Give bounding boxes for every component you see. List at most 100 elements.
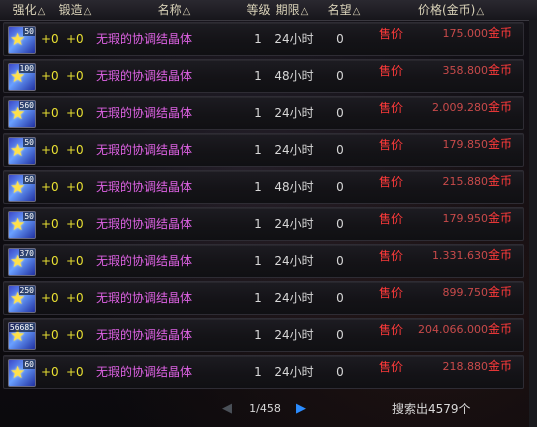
period-value: 24小时: [274, 254, 314, 268]
period-value: 24小时: [274, 328, 314, 342]
prev-arrow-icon[interactable]: ◀: [220, 400, 234, 418]
fame-value: 0: [336, 143, 344, 157]
forge-value: +0: [66, 365, 84, 379]
item-name: 无瑕的协调结晶体: [96, 217, 193, 231]
price-unit: 金币: [487, 322, 512, 336]
level-value: 1: [254, 254, 262, 268]
header-label: 锻造: [58, 3, 83, 17]
period-value: 24小时: [274, 365, 314, 379]
item-quantity: 370: [18, 249, 35, 258]
fame-value: 0: [336, 254, 344, 268]
price-unit: 金币: [487, 285, 512, 299]
enhance-value: +0: [41, 180, 59, 194]
fame-value: 0: [336, 328, 344, 342]
forge-value: +0: [66, 143, 84, 157]
enhance-value: +0: [41, 217, 59, 231]
listing-row[interactable]: ★ 560 +0 +0 无瑕的协调结晶体 1 24小时 0 售价 2.009.28…: [3, 96, 524, 130]
price-value: 179.850金币: [416, 134, 512, 154]
price-number: 2.009.280: [432, 101, 488, 114]
coordination-crystal-icon: ★ 56685: [8, 322, 36, 350]
listing-row[interactable]: ★ 60 +0 +0 无瑕的协调结晶体 1 48小时 0 售价 215.880金币: [3, 170, 524, 204]
price-number: 179.950: [442, 212, 488, 225]
item-name: 无瑕的协调结晶体: [96, 291, 193, 305]
period-value: 48小时: [274, 180, 314, 194]
item-name: 无瑕的协调结晶体: [96, 32, 193, 46]
item-name: 无瑕的协调结晶体: [96, 143, 193, 157]
listing-row[interactable]: ★ 50 +0 +0 无瑕的协调结晶体 1 24小时 0 售价 179.850金币: [3, 133, 524, 167]
level-value: 1: [254, 69, 262, 83]
next-arrow-icon[interactable]: ▶: [294, 400, 308, 418]
price-unit: 金币: [487, 211, 512, 225]
level-header: 等级: [246, 0, 272, 20]
coordination-crystal-icon: ★ 370: [8, 248, 36, 276]
listing-row[interactable]: ★ 50 +0 +0 无瑕的协调结晶体 1 24小时 0 售价 175.000金币: [3, 22, 524, 56]
price-unit: 金币: [487, 174, 512, 188]
price-value: 204.066.000金币: [416, 319, 512, 339]
header-label: 强化: [12, 3, 37, 17]
item-quantity: 60: [23, 175, 35, 184]
sell-price-label: 售价: [379, 27, 404, 41]
listing-row[interactable]: ★ 100 +0 +0 无瑕的协调结晶体 1 48小时 0 售价 358.800金…: [3, 59, 524, 93]
sell-price-label: 售价: [379, 64, 404, 78]
fame-value: 0: [336, 291, 344, 305]
listing-row[interactable]: ★ 370 +0 +0 无瑕的协调结晶体 1 24小时 0 售价 1.331.63…: [3, 244, 524, 278]
price-unit: 金币: [487, 248, 512, 262]
listing-row[interactable]: ★ 50 +0 +0 无瑕的协调结晶体 1 24小时 0 售价 179.950金币: [3, 207, 524, 241]
item-quantity: 560: [18, 101, 35, 110]
listing-row[interactable]: ★ 250 +0 +0 无瑕的协调结晶体 1 24小时 0 售价 899.750金…: [3, 281, 524, 315]
price-value: 1.331.630金币: [416, 245, 512, 265]
fame-value: 0: [336, 32, 344, 46]
listing-row[interactable]: ★ 60 +0 +0 无瑕的协调结晶体 1 24小时 0 售价 218.880金币: [3, 355, 524, 389]
enhance-value: +0: [41, 365, 59, 379]
sort-triangle-icon: △: [182, 6, 191, 17]
coordination-crystal-icon: ★ 250: [8, 285, 36, 313]
page-indicator: 1/458: [249, 402, 281, 415]
sort-price-header[interactable]: 价格(金币)△: [414, 0, 488, 20]
period-value: 24小时: [274, 32, 314, 46]
period-value: 48小时: [274, 69, 314, 83]
sort-triangle-icon: △: [300, 6, 309, 17]
enhance-value: +0: [41, 328, 59, 342]
fame-value: 0: [336, 180, 344, 194]
item-quantity: 250: [18, 286, 35, 295]
price-value: 179.950金币: [416, 208, 512, 228]
forge-value: +0: [66, 254, 84, 268]
sort-period-header[interactable]: 期限△: [272, 0, 312, 20]
price-number: 215.880: [442, 175, 488, 188]
coordination-crystal-icon: ★ 60: [8, 174, 36, 202]
sort-enhance-header[interactable]: 强化△: [9, 0, 49, 20]
item-quantity: 50: [23, 212, 35, 221]
sell-price-label: 售价: [379, 212, 404, 226]
header-label: 期限: [275, 3, 300, 17]
forge-value: +0: [66, 106, 84, 120]
sort-fame-header[interactable]: 名望△: [324, 0, 364, 20]
forge-value: +0: [66, 217, 84, 231]
sort-name-header[interactable]: 名称△: [150, 0, 198, 20]
period-value: 24小时: [274, 143, 314, 157]
price-value: 358.800金币: [416, 60, 512, 80]
item-name: 无瑕的协调结晶体: [96, 69, 193, 83]
price-number: 358.800: [442, 64, 488, 77]
price-value: 2.009.280金币: [416, 97, 512, 117]
item-quantity: 50: [23, 27, 35, 36]
level-value: 1: [254, 291, 262, 305]
price-value: 218.880金币: [416, 356, 512, 376]
coordination-crystal-icon: ★ 50: [8, 211, 36, 239]
price-number: 899.750: [442, 286, 488, 299]
enhance-value: +0: [41, 106, 59, 120]
level-value: 1: [254, 328, 262, 342]
coordination-crystal-icon: ★ 60: [8, 359, 36, 387]
forge-value: +0: [66, 328, 84, 342]
coordination-crystal-icon: ★ 50: [8, 26, 36, 54]
header-label: 名称: [157, 3, 182, 17]
item-name: 无瑕的协调结晶体: [96, 180, 193, 194]
price-unit: 金币: [487, 359, 512, 373]
header-label: 等级: [246, 3, 271, 17]
fame-value: 0: [336, 365, 344, 379]
sell-price-label: 售价: [379, 286, 404, 300]
coordination-crystal-icon: ★ 50: [8, 137, 36, 165]
sort-forge-header[interactable]: 锻造△: [55, 0, 95, 20]
item-name: 无瑕的协调结晶体: [96, 365, 193, 379]
listing-row[interactable]: ★ 56685 +0 +0 无瑕的协调结晶体 1 24小时 0 售价 204.06…: [3, 318, 524, 352]
scrollbar[interactable]: [529, 20, 537, 427]
